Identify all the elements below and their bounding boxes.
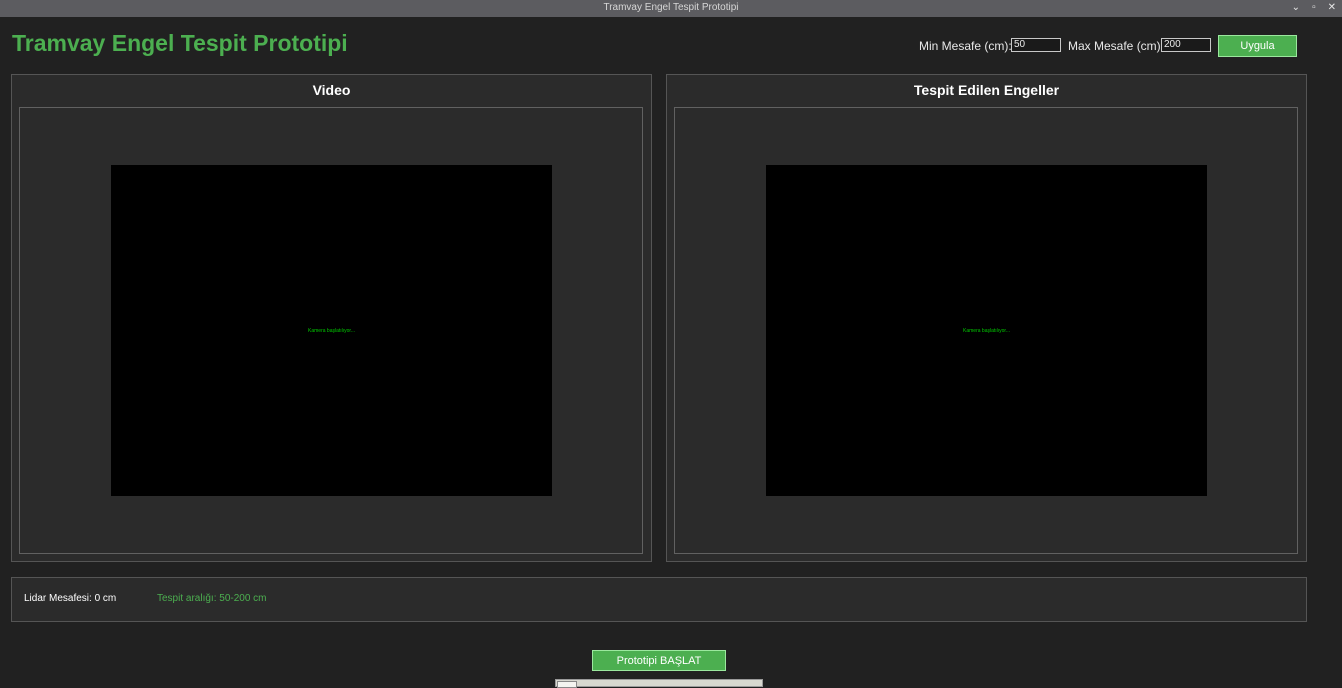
min-distance-label: Min Mesafe (cm): — [919, 39, 1012, 53]
detections-frame: Kamera başlatılıyor... — [674, 107, 1298, 554]
app-title: Tramvay Engel Tespit Prototipi — [12, 30, 348, 56]
close-icon[interactable]: ✕ — [1328, 1, 1336, 15]
minimize-icon[interactable]: ⌄ — [1292, 1, 1300, 15]
max-distance-input[interactable] — [1161, 38, 1211, 52]
apply-button[interactable]: Uygula — [1218, 35, 1297, 57]
maximize-icon[interactable]: ▫ — [1312, 1, 1316, 15]
window-title: Tramvay Engel Tespit Prototipi — [603, 2, 739, 13]
window-controls: ⌄ ▫ ✕ — [1292, 1, 1336, 15]
detections-feed: Kamera başlatılıyor... — [766, 165, 1207, 496]
video-panel-title: Video — [312, 82, 351, 98]
detections-panel: Tespit Edilen Engeller Kamera başlatılıy… — [666, 74, 1307, 562]
detections-panel-title: Tespit Edilen Engeller — [913, 82, 1060, 98]
min-distance-group: Min Mesafe (cm): — [919, 35, 1012, 57]
status-bar: Lidar Mesafesi: 0 cm Tespit aralığı: 50-… — [11, 577, 1307, 622]
video-status-text: Kamera başlatılıyor... — [308, 327, 355, 334]
min-distance-input[interactable] — [1011, 38, 1061, 52]
video-feed: Kamera başlatılıyor... — [111, 165, 552, 496]
detections-status-text: Kamera başlatılıyor... — [963, 327, 1010, 334]
max-distance-group: Max Mesafe (cm): — [1068, 35, 1164, 57]
window-titlebar: Tramvay Engel Tespit Prototipi ⌄ ▫ ✕ — [0, 0, 1342, 17]
video-frame: Kamera başlatılıyor... — [19, 107, 643, 554]
start-prototype-button[interactable]: Prototipi BAŞLAT — [592, 650, 726, 671]
horizontal-scrollbar[interactable] — [555, 679, 763, 688]
video-panel: Video Kamera başlatılıyor... — [11, 74, 652, 562]
max-distance-label: Max Mesafe (cm): — [1068, 39, 1165, 53]
lidar-distance-text: Lidar Mesafesi: 0 cm — [24, 593, 117, 604]
detection-range-text: Tespit aralığı: 50-200 cm — [157, 593, 267, 604]
